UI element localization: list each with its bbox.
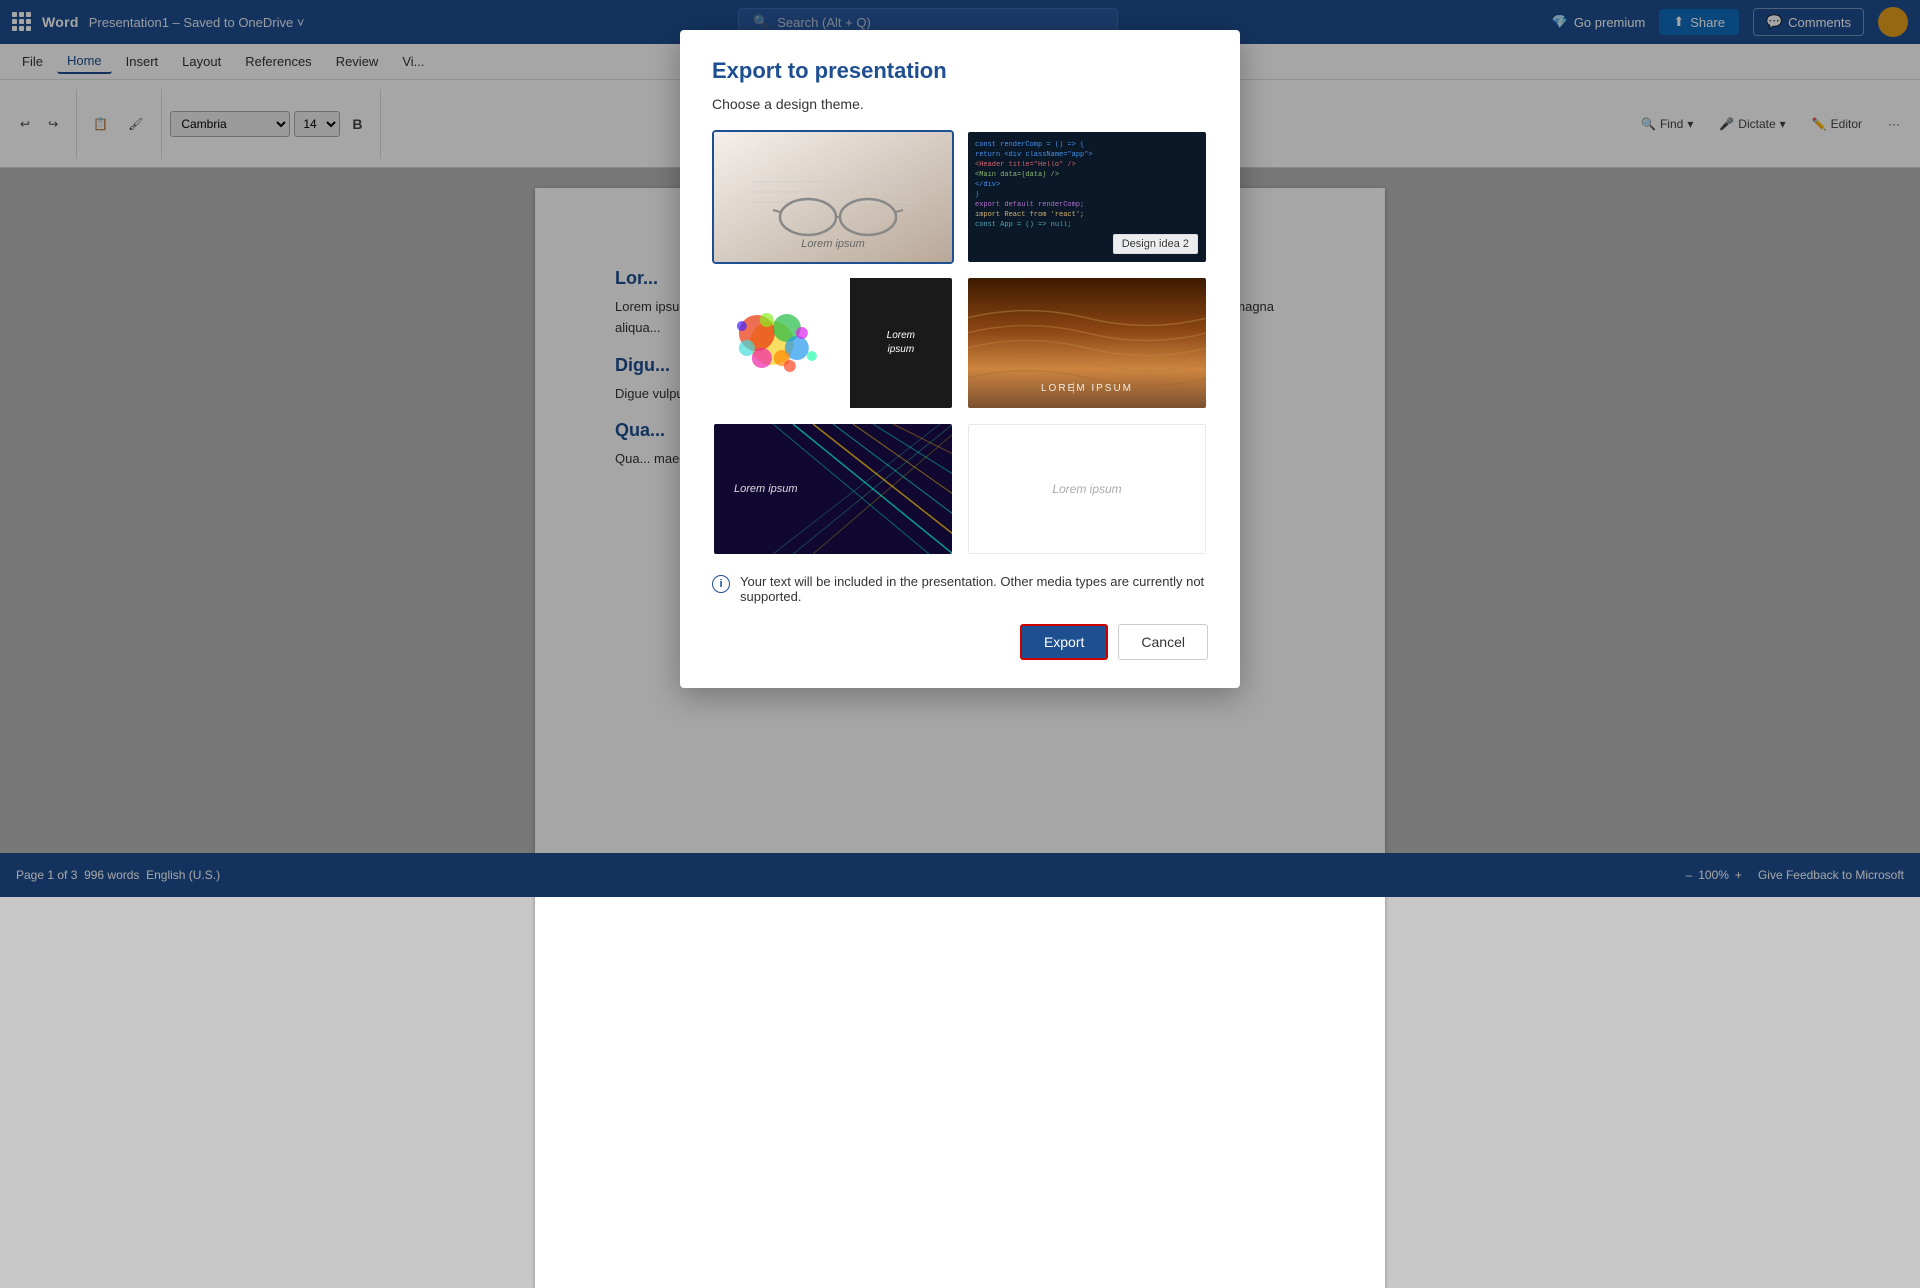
theme-card-inner-5: Lorem ipsum [714, 424, 952, 554]
theme-card-1[interactable]: Lorem ipsum [712, 130, 954, 264]
info-text: Your text will be included in the presen… [740, 574, 1208, 604]
theme6-label: Lorem ipsum [1052, 482, 1121, 496]
theme-card-2[interactable]: const renderComp = () => { return <div c… [966, 130, 1208, 264]
theme3-label: Loremipsum [887, 329, 915, 357]
theme-card-6[interactable]: Lorem ipsum [966, 422, 1208, 556]
svg-text:import React from 'react';: import React from 'react'; [975, 211, 1084, 219]
svg-text:<Header title="Hello" />: <Header title="Hello" /> [975, 161, 1076, 169]
info-icon: i [712, 575, 730, 593]
theme4-label: LOREM IPSUM [1041, 383, 1133, 394]
theme-card-inner-1: Lorem ipsum [714, 132, 952, 262]
theme-card-inner-3: Loremipsum [714, 278, 952, 408]
export-button[interactable]: Export [1020, 624, 1108, 660]
theme-card-inner-2: const renderComp = () => { return <div c… [968, 132, 1206, 262]
export-modal: Export to presentation Choose a design t… [680, 30, 1240, 688]
design-idea-badge: Design idea 2 [1113, 234, 1198, 254]
modal-overlay: Export to presentation Choose a design t… [0, 0, 1920, 897]
theme-card-4[interactable]: LOREM IPSUM | [966, 276, 1208, 410]
themes-grid: Lorem ipsum const renderComp = () => { r… [712, 130, 1208, 556]
modal-subtitle: Choose a design theme. [712, 96, 1208, 112]
info-row: i Your text will be included in the pres… [712, 574, 1208, 604]
svg-text:return <div className="app">: return <div className="app"> [975, 151, 1093, 159]
svg-text:</div>: </div> [975, 181, 1000, 189]
modal-title: Export to presentation [712, 58, 1208, 84]
svg-text:const renderComp = () => {: const renderComp = () => { [975, 141, 1084, 149]
theme-card-inner-4: LOREM IPSUM | [968, 278, 1206, 408]
svg-text:}: } [975, 191, 979, 199]
svg-text:export default renderComp;: export default renderComp; [975, 201, 1084, 209]
svg-text:<Main data={data} />: <Main data={data} /> [975, 171, 1059, 179]
theme-card-inner-6: Lorem ipsum [968, 424, 1206, 554]
theme1-label: Lorem ipsum [801, 238, 865, 250]
theme5-label: Lorem ipsum [734, 483, 798, 495]
theme-card-5[interactable]: Lorem ipsum [712, 422, 954, 556]
theme-card-3[interactable]: Loremipsum [712, 276, 954, 410]
svg-text:const App = () => null;: const App = () => null; [975, 221, 1072, 229]
cancel-button[interactable]: Cancel [1118, 624, 1208, 660]
modal-actions: Export Cancel [712, 624, 1208, 660]
